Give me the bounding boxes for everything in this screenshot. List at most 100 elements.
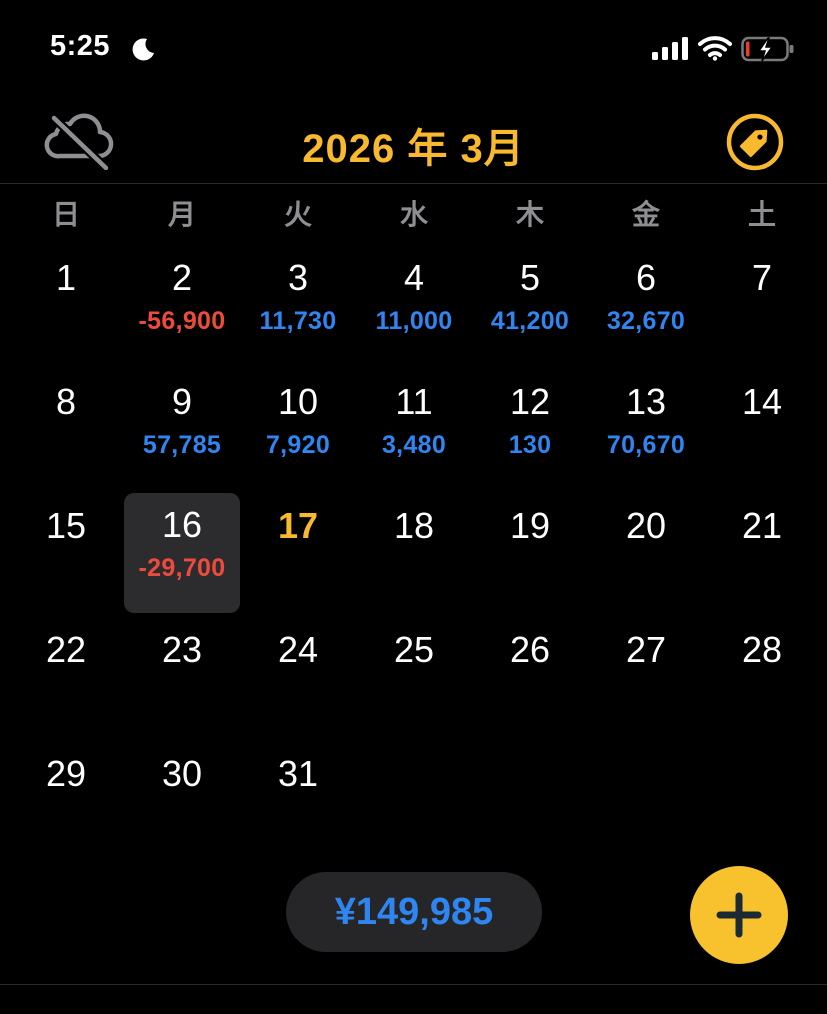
calendar-day[interactable]: 23 (124, 618, 240, 742)
day-number: 16 (161, 504, 203, 545)
calendar-day[interactable]: 6 32,670 (588, 246, 704, 370)
day-amount: -29,700 (138, 554, 226, 582)
weekday-row: 日 月 火 水 木 金 土 (8, 193, 820, 237)
calendar-day[interactable]: 19 (472, 494, 588, 618)
weekday-label: 日 (51, 198, 80, 231)
calendar-week: 15 16 -29,700 17 18 19 20 21 (8, 493, 820, 618)
wifi-icon (698, 36, 732, 61)
calendar-day[interactable]: 15 (8, 494, 124, 618)
day-number: 5 (519, 257, 541, 298)
calendar-day[interactable]: 22 (8, 618, 124, 742)
day-number: 7 (751, 257, 773, 298)
weekday-label: 水 (399, 198, 428, 231)
calendar-day[interactable]: 9 57,785 (124, 370, 240, 494)
day-number: 17 (277, 505, 319, 546)
add-entry-button[interactable] (690, 866, 788, 964)
calendar-header: 2026 年 3月 (0, 100, 827, 184)
day-number: 15 (45, 505, 87, 546)
day-amount: 32,670 (606, 307, 686, 335)
day-number: 29 (45, 753, 87, 794)
day-number: 14 (741, 381, 783, 422)
calendar-week: 1 2 -56,900 3 11,730 4 11,000 5 41,200 6 32,670 7 (8, 246, 820, 370)
day-number: 10 (277, 381, 319, 422)
day-number: 28 (741, 629, 783, 670)
calendar-day[interactable]: 28 (704, 618, 820, 742)
day-amount: 70,670 (606, 431, 686, 459)
month-title[interactable]: 2026 年 3月 (0, 116, 827, 174)
day-amount: 3,480 (381, 431, 447, 459)
day-number: 9 (171, 381, 193, 422)
day-number: 24 (277, 629, 319, 670)
day-number: 4 (403, 257, 425, 298)
day-number: 23 (161, 629, 203, 670)
calendar-day[interactable]: 8 (8, 370, 124, 494)
calendar-week: 8 9 57,785 10 7,920 11 3,480 12 130 13 70,670 14 (8, 370, 820, 494)
day-amount: 7,920 (265, 431, 331, 459)
battery-charging-icon (741, 36, 794, 62)
calendar-grid: 1 2 -56,900 3 11,730 4 11,000 5 41,200 6 32,670 7 8 9… (8, 246, 820, 866)
calendar-day[interactable]: 1 (8, 246, 124, 370)
day-number: 21 (741, 505, 783, 546)
calendar-day[interactable]: 31 (240, 742, 356, 866)
calendar-day[interactable]: 4 11,000 (356, 246, 472, 370)
calendar-week: 29 30 31 (8, 742, 820, 866)
day-amount: 41,200 (490, 307, 570, 335)
calendar-day[interactable]: 5 41,200 (472, 246, 588, 370)
moon-icon (132, 38, 154, 61)
day-amount: 130 (508, 431, 552, 459)
calendar-day[interactable]: 11 3,480 (356, 370, 472, 494)
calendar-day[interactable]: 18 (356, 494, 472, 618)
calendar-day[interactable]: 30 (124, 742, 240, 866)
calendar-day[interactable]: 13 70,670 (588, 370, 704, 494)
day-number: 13 (625, 381, 667, 422)
calendar-day[interactable]: 7 (704, 246, 820, 370)
status-bar: 5:25 (0, 0, 827, 100)
day-number: 18 (393, 505, 435, 546)
day-number: 30 (161, 753, 203, 794)
day-amount: 11,000 (375, 307, 453, 335)
day-number: 20 (625, 505, 667, 546)
day-number: 1 (55, 257, 77, 298)
calendar-day[interactable]: 12 130 (472, 370, 588, 494)
calendar-day[interactable]: 25 (356, 618, 472, 742)
day-amount: 11,730 (259, 307, 337, 335)
calendar-day[interactable]: 10 7,920 (240, 370, 356, 494)
calendar-day[interactable]: 26 (472, 618, 588, 742)
weekday-label: 月 (167, 198, 196, 231)
day-amount: -56,900 (138, 307, 226, 335)
weekday-label: 金 (631, 198, 660, 231)
day-number: 31 (277, 753, 319, 794)
plus-icon (716, 892, 762, 938)
status-time: 5:25 (50, 30, 111, 62)
weekday-label: 火 (283, 198, 312, 231)
calendar-day[interactable]: 14 (704, 370, 820, 494)
day-number: 27 (625, 629, 667, 670)
calendar-day[interactable]: 2 -56,900 (124, 246, 240, 370)
tag-icon[interactable] (725, 112, 785, 172)
calendar-day[interactable]: 24 (240, 618, 356, 742)
day-number: 12 (509, 381, 551, 422)
calendar-day[interactable]: 16 -29,700 (124, 493, 240, 613)
monthly-total[interactable]: ¥149,985 (286, 872, 542, 952)
cellular-signal-icon (652, 37, 688, 60)
day-number: 2 (171, 257, 193, 298)
calendar-day[interactable]: 27 (588, 618, 704, 742)
calendar-week: 22 23 24 25 26 27 28 (8, 618, 820, 742)
day-number: 26 (509, 629, 551, 670)
day-number: 19 (509, 505, 551, 546)
calendar-day[interactable]: 21 (704, 494, 820, 618)
weekday-label: 土 (747, 198, 776, 231)
day-number: 3 (287, 257, 309, 298)
bottom-divider (0, 984, 827, 985)
day-number: 6 (635, 257, 657, 298)
day-number: 11 (395, 381, 433, 422)
day-number: 8 (55, 381, 77, 422)
weekday-label: 木 (515, 198, 544, 231)
calendar-day[interactable]: 20 (588, 494, 704, 618)
day-amount: 57,785 (142, 431, 222, 459)
day-number: 22 (45, 629, 87, 670)
calendar-day[interactable]: 17 (240, 494, 356, 618)
day-number: 25 (393, 629, 435, 670)
calendar-day[interactable]: 29 (8, 742, 124, 866)
calendar-day[interactable]: 3 11,730 (240, 246, 356, 370)
